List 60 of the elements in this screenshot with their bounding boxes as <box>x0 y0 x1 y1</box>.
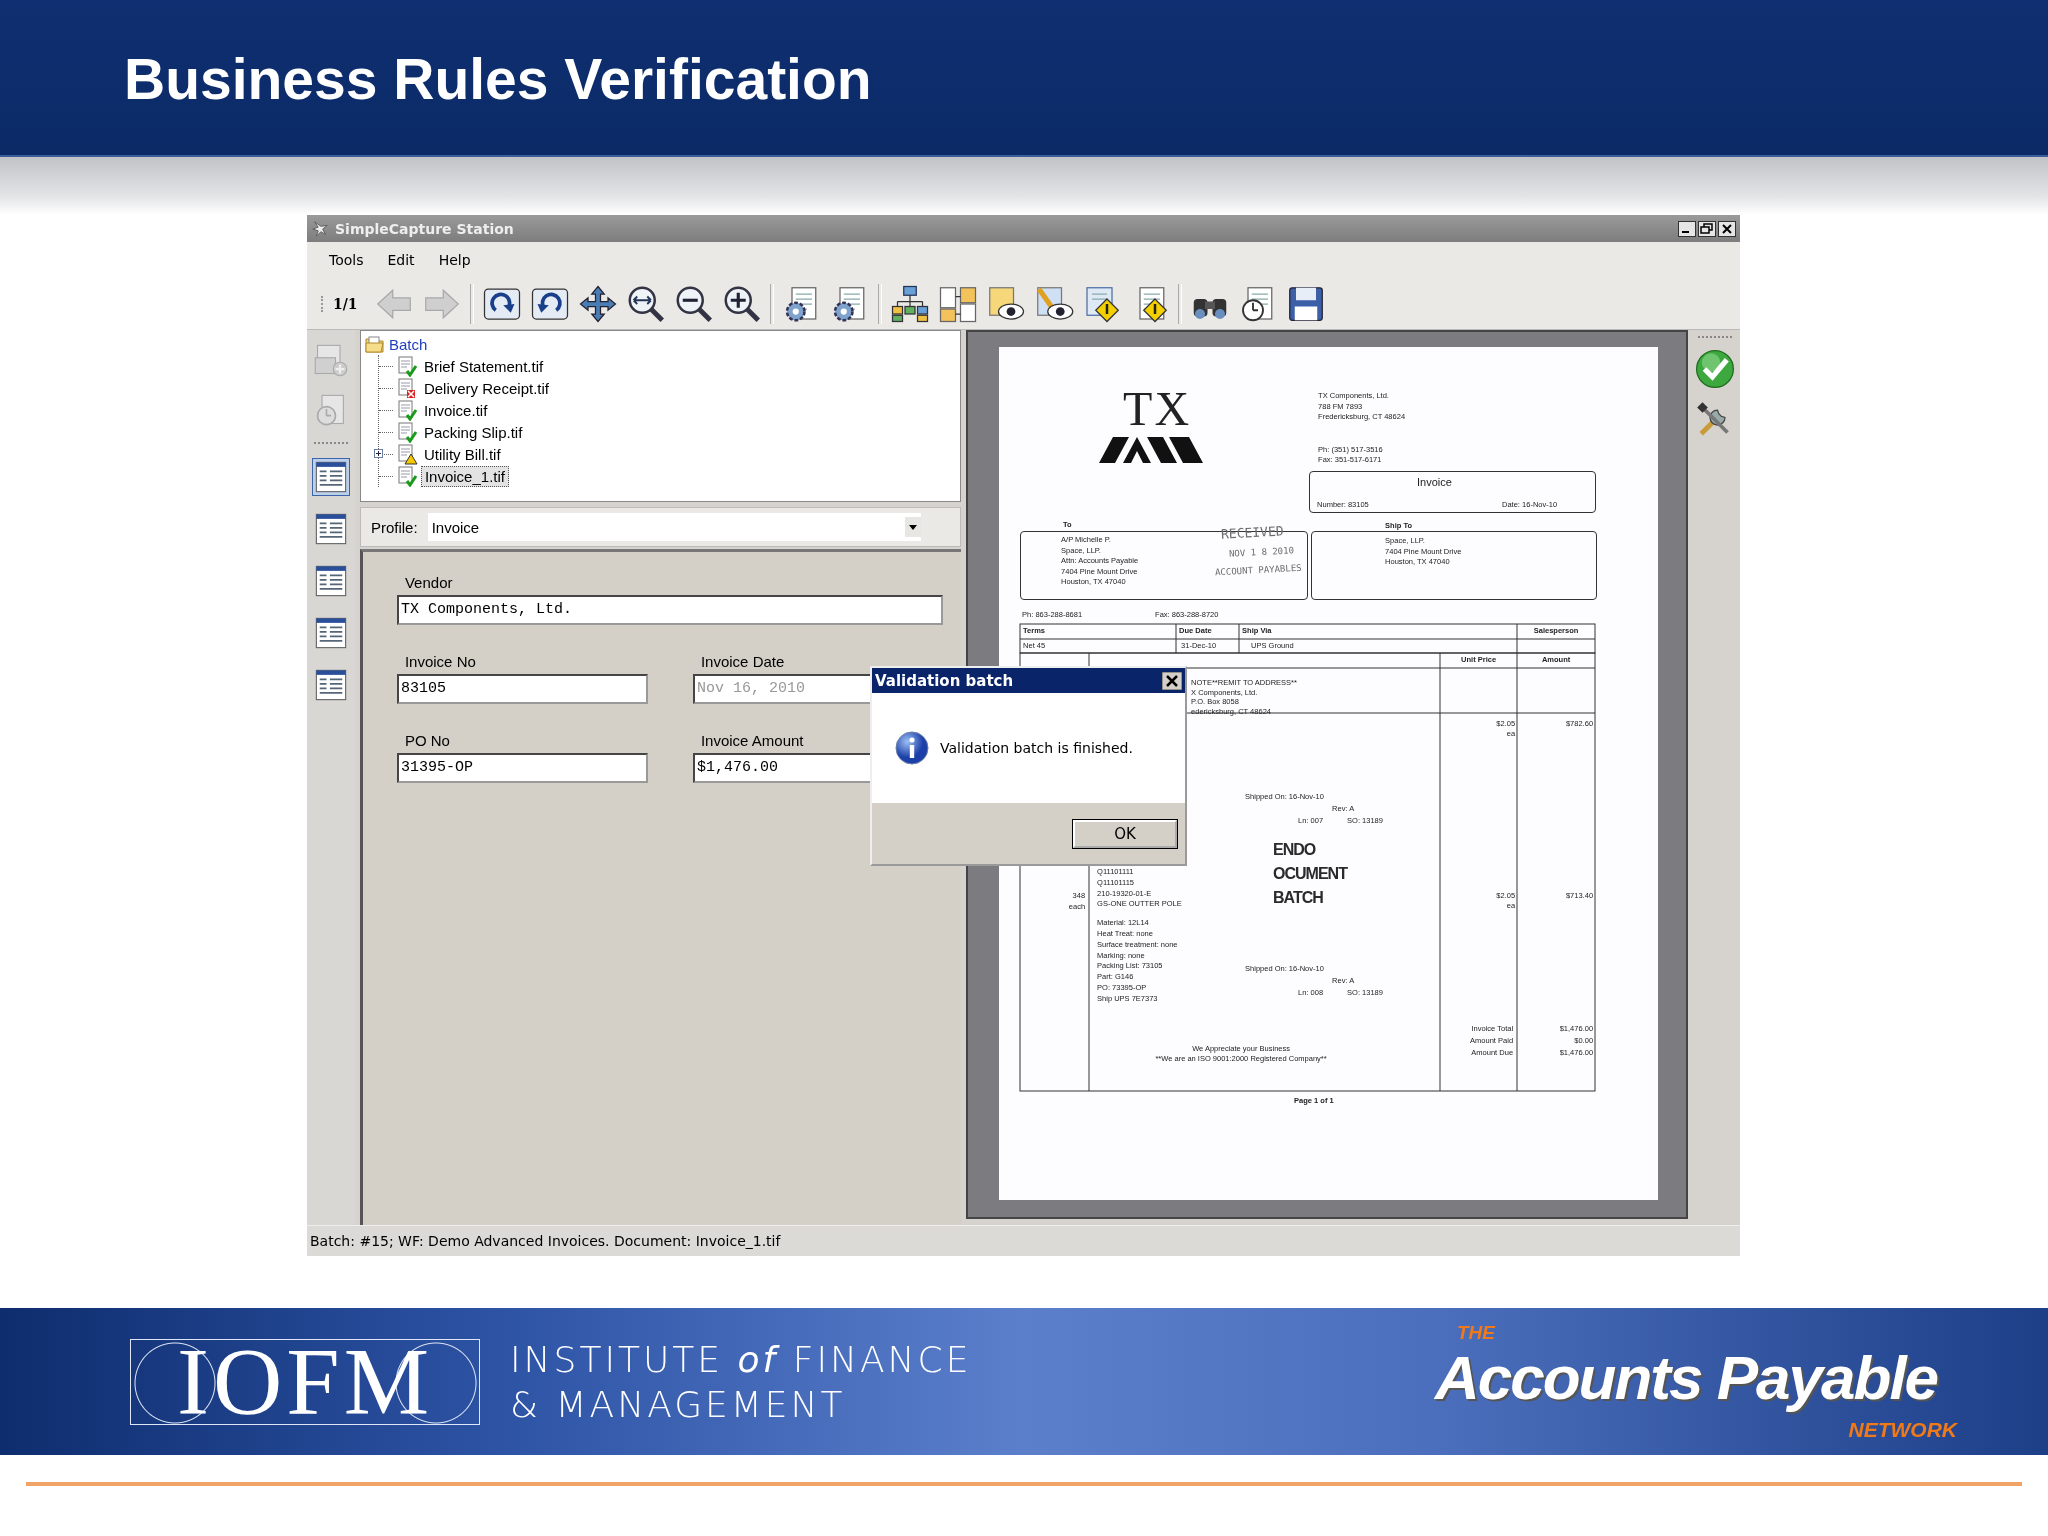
document-warning-icon <box>395 443 418 465</box>
page-counter: 1/1 <box>321 295 366 312</box>
document-check-icon <box>395 421 418 443</box>
tree-item[interactable]: Utility Bill.tif <box>420 444 504 464</box>
menu-item[interactable]: Help <box>426 248 483 272</box>
invoice-title: Invoice <box>1417 475 1452 489</box>
received-text: RECEIVED <box>1220 523 1285 542</box>
text-field[interactable]: 31395-OP <box>396 753 648 783</box>
network-name: Accounts Payable <box>1435 1342 1938 1413</box>
status-bar: Batch: #15; WF: Demo Advanced Invoices. Document: Invoice_1.tif <box>307 1225 1740 1256</box>
field-label: Vendor <box>403 574 454 591</box>
logo-letters: IOFM <box>176 1338 433 1425</box>
batch-text: OCUMENT <box>1273 864 1347 884</box>
caret-icon[interactable] <box>904 517 921 537</box>
network-word: NETWORK <box>1848 1418 1957 1442</box>
menu-item[interactable]: Edit <box>375 248 427 272</box>
company-logo: TX <box>1123 387 1192 431</box>
table-view-icon[interactable] <box>311 458 350 496</box>
menu-item[interactable]: Tools <box>317 248 376 272</box>
tree-item[interactable]: Brief Statement.tif <box>420 356 547 376</box>
profile-dropdown[interactable]: Invoice <box>427 513 921 541</box>
move-arrows-icon[interactable] <box>577 283 618 324</box>
close-icon[interactable] <box>1718 220 1736 237</box>
restore-icon[interactable] <box>1698 220 1716 237</box>
text-field[interactable]: 83105 <box>396 674 648 704</box>
tree-item[interactable]: Packing Slip.tif <box>420 422 526 442</box>
slide-title: Business Rules Verification <box>123 46 872 112</box>
check-circle-icon[interactable] <box>1694 348 1737 390</box>
batch-text: BATCH <box>1273 888 1323 908</box>
document-check-icon <box>395 399 418 421</box>
tree-item[interactable]: Invoice.tif <box>420 400 491 420</box>
folder-icon <box>364 335 385 353</box>
minimize-icon[interactable] <box>1678 220 1696 237</box>
organization-name: & MANAGEMENT <box>510 1383 847 1425</box>
chevron-logo-icon <box>1099 437 1204 463</box>
field-label: Invoice Date <box>699 653 786 670</box>
received-text: ACCOUNT PAYABLES <box>1214 562 1302 579</box>
field-label: PO No <box>403 732 451 749</box>
info-icon <box>894 730 930 766</box>
batch-text: ENDO <box>1273 840 1316 860</box>
ok-button[interactable]: OK <box>1073 819 1177 848</box>
field-label: Invoice No <box>403 653 477 670</box>
close-icon[interactable] <box>1162 671 1182 690</box>
network-the: THE <box>1457 1322 1495 1344</box>
text-field[interactable]: TX Components, Ltd. <box>396 595 943 625</box>
field-label: Invoice Amount <box>699 732 805 749</box>
hierarchy-icon[interactable] <box>889 283 930 324</box>
tree-item[interactable]: Batch <box>388 335 428 353</box>
organization-name: INSTITUTE of FINANCE <box>510 1338 972 1380</box>
received-text: NOV 1 8 2010 <box>1228 545 1295 560</box>
document-check-icon <box>395 465 418 487</box>
expand-icon[interactable] <box>373 449 383 458</box>
tree-item[interactable]: Delivery Receipt.tif <box>420 378 552 398</box>
document-check-icon <box>395 355 418 377</box>
app-icon <box>311 219 329 238</box>
dialog-message: Validation batch is finished. <box>940 740 1133 756</box>
document-error-icon <box>395 377 418 399</box>
profile-label: Profile: <box>370 518 418 536</box>
tree-item[interactable]: Invoice_1.tif <box>420 465 509 487</box>
window-title: SimpleCapture Station <box>335 220 515 237</box>
